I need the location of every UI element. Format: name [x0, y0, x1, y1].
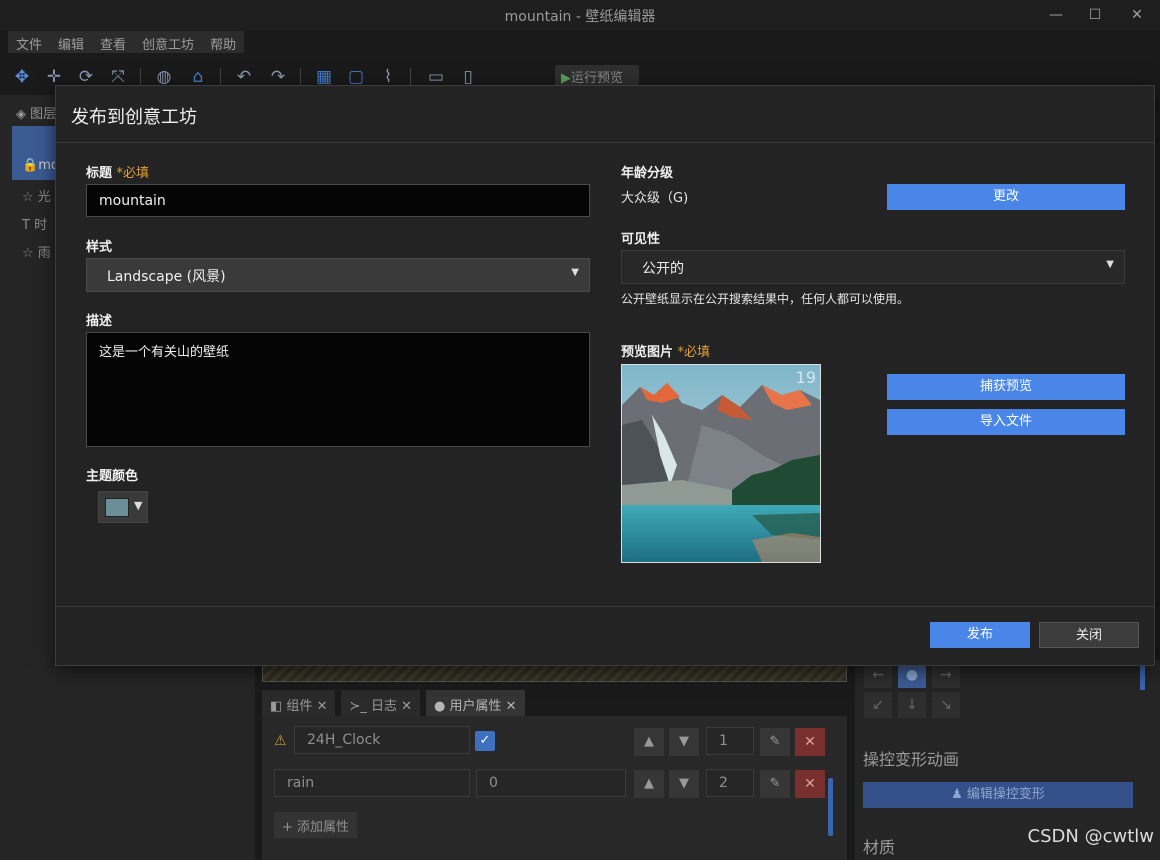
toolbar-divider: [140, 68, 141, 86]
toolbar-divider: [300, 68, 301, 86]
person-icon: ♟: [951, 787, 967, 802]
layers-icon: ◈: [16, 107, 31, 122]
layer-item-rain[interactable]: ☆ 雨: [22, 242, 51, 261]
edit-icon[interactable]: ✎: [760, 728, 790, 756]
plus-icon: +: [282, 820, 298, 835]
layer-item-mountain[interactable]: 🔒mo: [22, 158, 59, 173]
star-icon: ☆: [22, 190, 38, 205]
visibility-label: 可见性: [621, 232, 661, 247]
edit-puppet-warp-button[interactable]: ♟ 编辑操控变形: [863, 782, 1133, 808]
import-file-button[interactable]: 导入文件: [887, 409, 1125, 435]
preview-label: 预览图片 *必填: [621, 345, 711, 360]
property-checkbox[interactable]: ✓: [475, 731, 495, 751]
publish-button[interactable]: 发布: [930, 622, 1030, 648]
bottom-tabs: ◧ 组件 ✕ ≻_ 日志 ✕ ● 用户属性 ✕: [262, 690, 525, 716]
scrollbar[interactable]: [828, 778, 833, 836]
move-tool-icon[interactable]: ✥: [10, 66, 34, 88]
publish-dialog: 发布到创意工坊 标题 *必填 mountain 样式 Landscape (风景…: [55, 85, 1155, 666]
move-down-button[interactable]: ▼: [669, 728, 699, 756]
property-index-field[interactable]: 1: [706, 727, 754, 755]
style-label: 样式: [86, 240, 113, 255]
layers-header: ◈ 图层: [16, 107, 57, 122]
run-preview-button[interactable]: ▶运行预览: [555, 65, 639, 87]
property-name-field[interactable]: 24H_Clock: [294, 726, 470, 754]
menu-file[interactable]: 文件: [8, 31, 50, 53]
required-mark: *必填: [677, 345, 711, 360]
text-icon: T: [22, 218, 35, 233]
title-input[interactable]: mountain: [86, 184, 590, 217]
caret-down-icon: ▼: [571, 267, 579, 278]
description-label: 描述: [86, 314, 113, 329]
delete-button[interactable]: ✕: [795, 770, 825, 798]
capture-preview-button[interactable]: 捕获预览: [887, 374, 1125, 400]
puzzle-icon: ◧: [270, 699, 287, 714]
divider: [56, 142, 1154, 143]
layer-item-time[interactable]: T 时: [22, 214, 47, 233]
move-down-button[interactable]: ▼: [669, 770, 699, 798]
delete-button[interactable]: ✕: [795, 728, 825, 756]
theme-color-label: 主题颜色: [86, 469, 139, 484]
required-mark: *必填: [116, 166, 150, 181]
toolbar-divider: [410, 68, 411, 86]
visibility-select[interactable]: 公开的 ▼: [621, 250, 1125, 284]
visibility-select-value: 公开的: [642, 261, 684, 277]
move-up-button[interactable]: ▲: [634, 770, 664, 798]
property-name-field[interactable]: rain: [274, 769, 470, 797]
minimize-icon[interactable]: —: [1045, 4, 1067, 26]
timeline-strip: [262, 664, 847, 682]
mountain-lake-image: [622, 365, 820, 562]
star-icon: ☆: [22, 246, 38, 261]
style-select-value: Landscape (风景): [107, 269, 226, 285]
play-icon: ▶: [561, 71, 571, 86]
caret-down-icon: ▼: [134, 499, 143, 512]
menu-edit[interactable]: 编辑: [50, 31, 92, 53]
tab-log[interactable]: ≻_ 日志 ✕: [341, 690, 421, 716]
material-title: 材质: [863, 838, 896, 857]
theme-color-picker[interactable]: ▼: [98, 491, 148, 523]
age-rating-label: 年龄分级: [621, 166, 674, 181]
color-swatch: [105, 498, 129, 517]
title-bar: mountain - 壁纸编辑器 — ☐ ✕: [0, 0, 1160, 30]
style-select[interactable]: Landscape (风景) ▼: [86, 258, 590, 292]
move-up-button[interactable]: ▲: [634, 728, 664, 756]
tab-components[interactable]: ◧ 组件 ✕: [262, 690, 336, 716]
preview-badge: 19: [795, 368, 816, 387]
menu-workshop[interactable]: 创意工坊: [134, 31, 202, 53]
caret-down-icon: ▼: [1106, 259, 1114, 270]
run-preview-label: 运行预览: [571, 71, 624, 86]
warning-icon: ⚠: [274, 733, 287, 749]
visibility-hint: 公开壁纸显示在公开搜索结果中，任何人都可以使用。: [621, 292, 910, 306]
menu-bar: 文件 编辑 查看 创意工坊 帮助: [8, 31, 245, 53]
window-title: mountain - 壁纸编辑器: [504, 9, 656, 25]
add-property-button[interactable]: + 添加属性: [274, 812, 358, 838]
change-rating-button[interactable]: 更改: [887, 184, 1125, 210]
layer-item-light[interactable]: ☆ 光: [22, 186, 51, 205]
lock-icon: 🔒: [22, 158, 39, 173]
maximize-icon[interactable]: ☐: [1084, 4, 1106, 26]
arrow-down-right-icon[interactable]: ↘: [932, 692, 960, 718]
title-label: 标题 *必填: [86, 166, 150, 181]
age-rating-value: 大众级（G): [621, 191, 689, 206]
tab-user-properties[interactable]: ● 用户属性 ✕: [426, 690, 525, 716]
property-value-field[interactable]: 0: [476, 769, 626, 797]
preview-image: 19: [621, 364, 821, 563]
toolbar-divider: [220, 68, 221, 86]
divider: [56, 606, 1154, 607]
puppet-warp-title: 操控变形动画: [863, 750, 960, 769]
close-button[interactable]: 关闭: [1039, 622, 1139, 648]
arrow-down-left-icon[interactable]: ↙: [864, 692, 892, 718]
dialog-title: 发布到创意工坊: [71, 107, 197, 128]
arrow-down-icon[interactable]: ↓: [898, 692, 926, 718]
description-textarea[interactable]: 这是一个有关山的壁纸: [86, 332, 590, 447]
terminal-icon: ≻_: [349, 699, 371, 714]
close-icon[interactable]: ✕: [1126, 4, 1148, 26]
menu-view[interactable]: 查看: [92, 31, 134, 53]
menu-help[interactable]: 帮助: [202, 31, 244, 53]
property-index-field[interactable]: 2: [706, 769, 754, 797]
user-icon: ●: [434, 699, 450, 714]
edit-icon[interactable]: ✎: [760, 770, 790, 798]
watermark: CSDN @cwtlw: [1027, 826, 1154, 847]
